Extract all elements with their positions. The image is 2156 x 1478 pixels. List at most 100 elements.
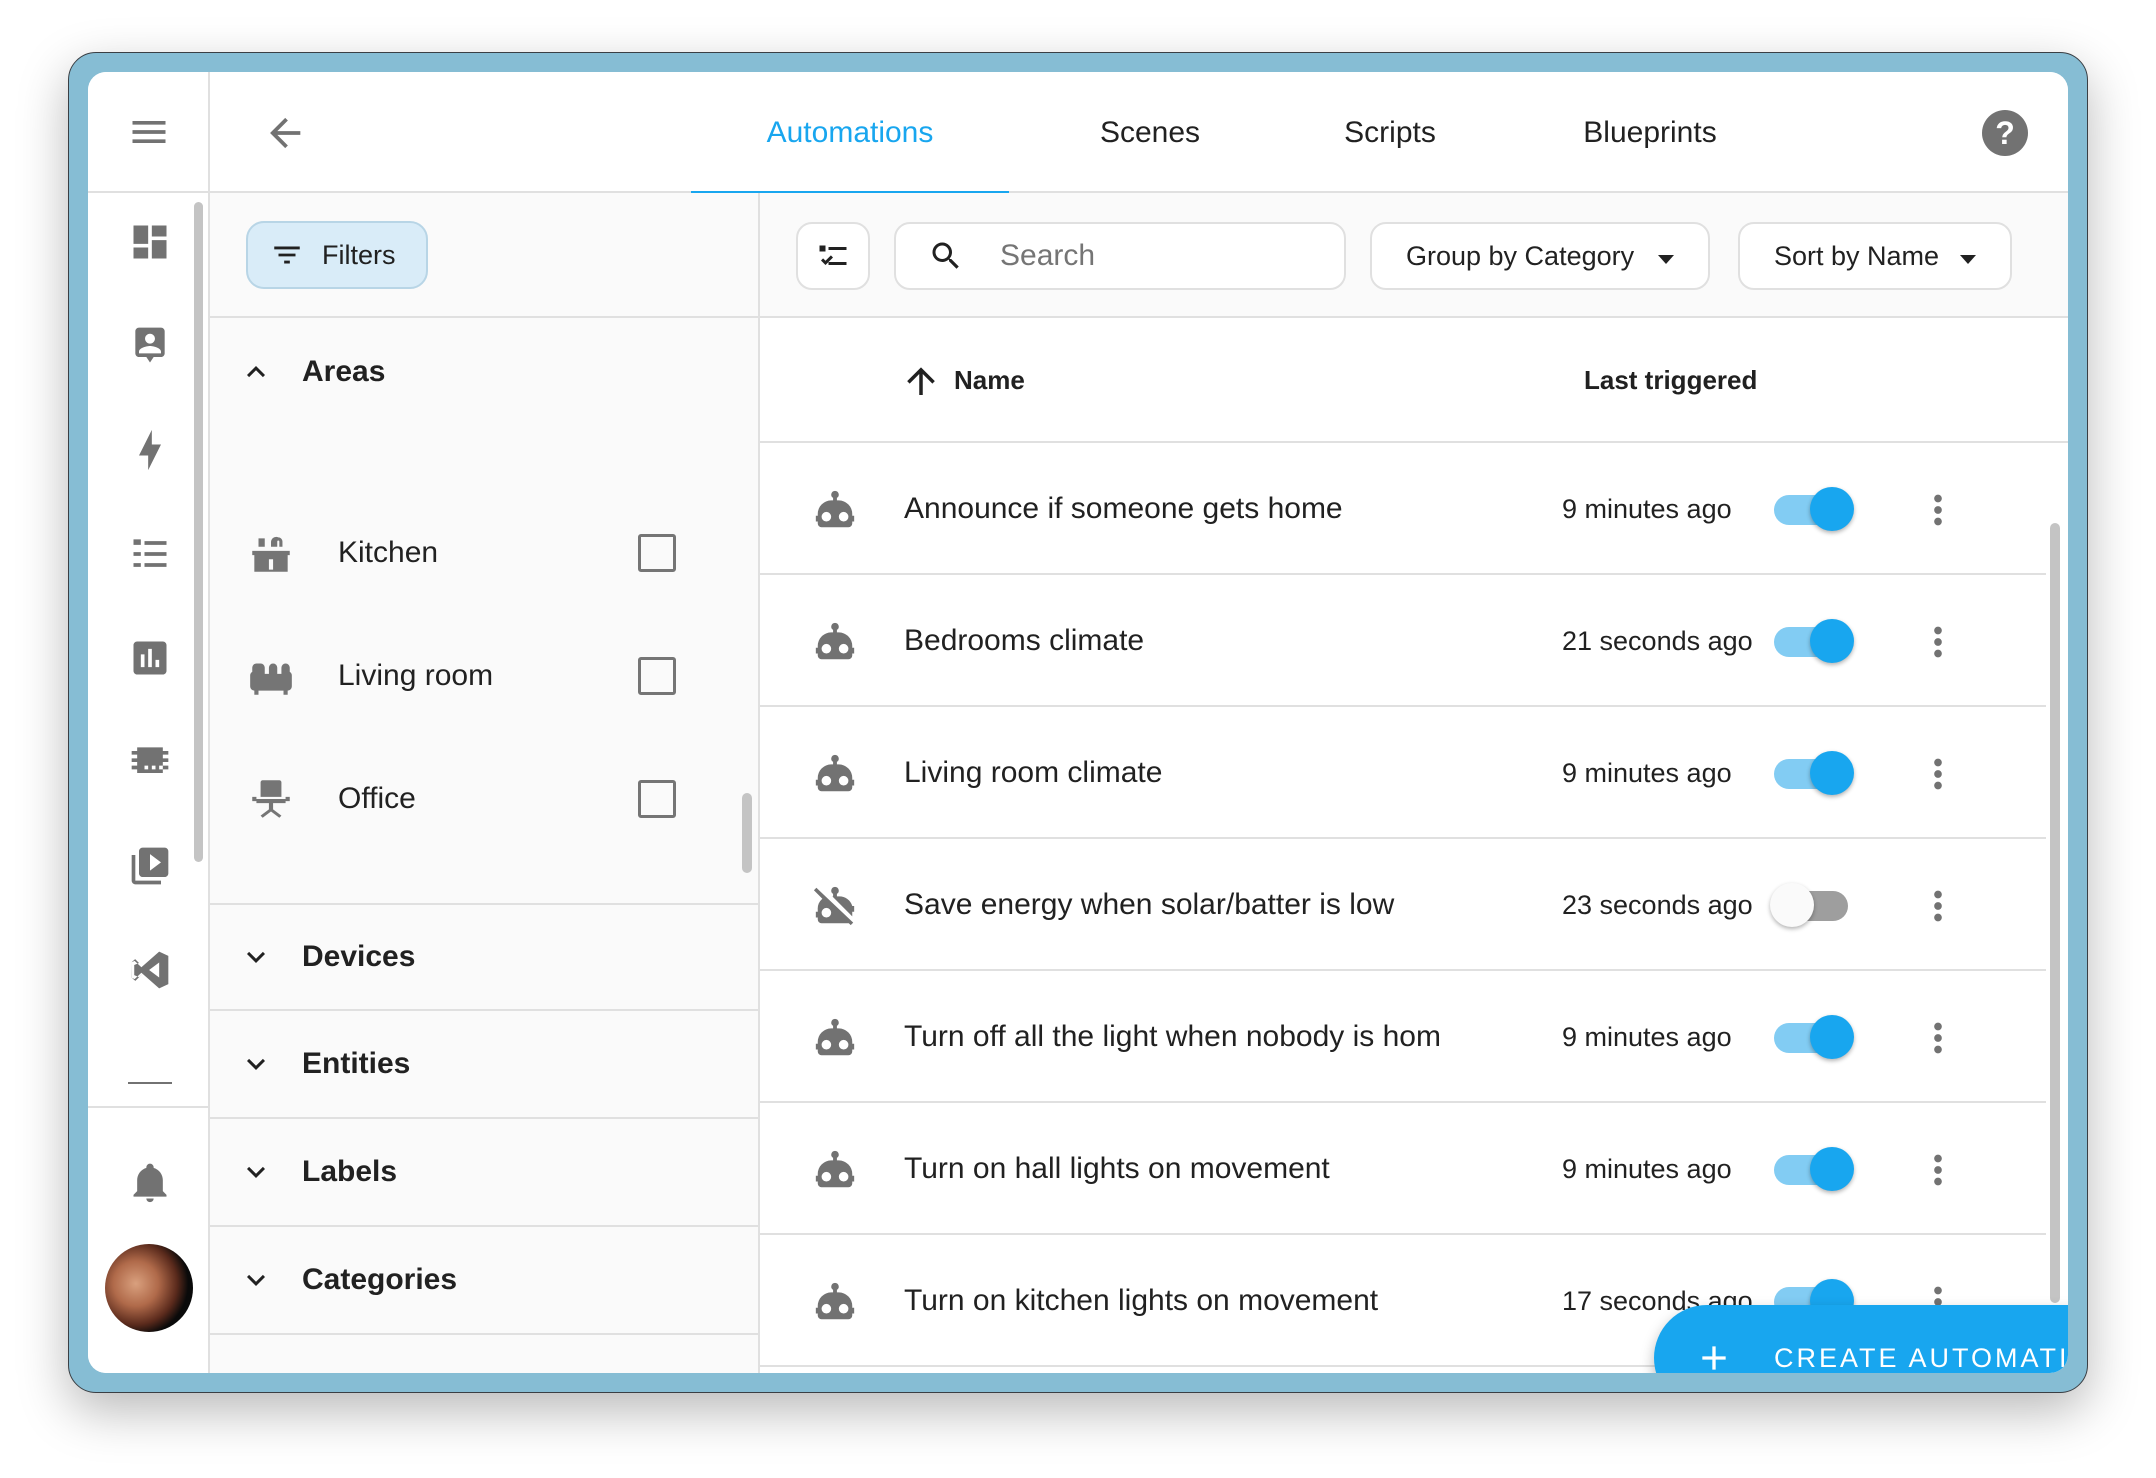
filter-section-areas[interactable]: Areas [210,318,758,426]
enable-toggle[interactable] [1770,1015,1854,1059]
sort-by-dropdown[interactable]: Sort by Name [1738,222,2012,290]
chevron-down-icon [247,1166,265,1178]
toggle-knob [1810,1147,1854,1191]
area-item-office[interactable]: Office [210,739,740,859]
automation-name: Save energy when solar/batter is low [904,888,1395,921]
filter-scrollbar[interactable] [742,793,752,873]
area-item-kitchen[interactable]: Kitchen [210,493,740,613]
sidebar-item-media[interactable] [128,844,172,888]
selection-mode-button[interactable] [796,222,870,290]
lightning-bolt-icon [139,429,161,471]
last-triggered: 9 minutes ago [1562,1021,1732,1052]
filter-panel: Filters Areas Kitchen Living room Office… [210,193,760,1373]
tab-blueprints[interactable]: Blueprints [1540,72,1760,193]
table-row[interactable]: Turn off all the light when nobody is ho… [760,971,2046,1103]
enable-toggle[interactable] [1770,487,1854,531]
area-item-living-room[interactable]: Living room [210,616,740,736]
sidebar-item-overview[interactable] [128,220,172,264]
tab-label: Scripts [1344,115,1436,149]
menu-button[interactable] [88,72,210,193]
notifications-button[interactable] [128,1160,172,1204]
dots-vertical-icon [1934,758,1942,790]
user-avatar[interactable] [105,1244,193,1332]
sidebar-item-energy[interactable] [128,428,172,472]
sidebar-item-hardware[interactable] [128,740,172,784]
tab-scripts[interactable]: Scripts [1300,72,1480,193]
filter-section-title: Categories [302,1263,458,1296]
automation-name: Bedrooms climate [904,624,1145,657]
stove-icon [246,528,296,578]
filters-button[interactable]: Filters [246,221,428,289]
more-options-button[interactable] [1915,1147,1961,1193]
sidebar-scrollbar[interactable] [194,202,203,862]
last-triggered: 23 seconds ago [1562,889,1753,920]
column-header-last-triggered[interactable]: Last triggered [1584,318,1757,443]
table-row[interactable]: Bedrooms climate 21 seconds ago [760,575,2046,707]
last-triggered: 9 minutes ago [1562,757,1732,788]
robot-icon [812,1279,858,1325]
top-bar: Automations Scenes Scripts Blueprints ? [210,72,2068,195]
create-automation-button[interactable]: CREATE AUTOMATION [1654,1305,2068,1373]
robot-icon [812,1147,858,1193]
tab-label: Automations [766,115,934,149]
sidebar-item-history[interactable] [128,636,172,680]
plus-icon [1702,1346,1726,1370]
area-checkbox[interactable] [638,534,676,572]
memory-chip-icon [131,747,169,773]
table-scrollbar[interactable] [2050,523,2060,1303]
more-options-button[interactable] [1915,751,1961,797]
area-label: Office [338,782,416,815]
group-by-dropdown[interactable]: Group by Category [1370,222,1710,290]
sidebar-item-vscode[interactable] [128,948,172,992]
sidebar [88,72,210,1373]
column-label: Name [954,365,1025,395]
enable-toggle[interactable] [1770,619,1854,663]
filter-section-entities[interactable]: Entities [210,1011,758,1119]
filter-section-labels[interactable]: Labels [210,1119,758,1227]
column-label: Last triggered [1584,365,1758,395]
history-chart-icon [133,641,167,675]
table-row[interactable]: Turn on hall lights on movement 9 minutes… [760,1103,2046,1235]
table-row[interactable]: Save energy when solar/batter is low 23 s… [760,839,2046,971]
filters-button-label: Filters [322,239,396,270]
chevron-down-icon [238,1370,274,1373]
vscode-icon [131,951,169,989]
filter-section-devices[interactable]: Devices [210,903,758,1011]
area-checkbox[interactable] [638,657,676,695]
more-options-button[interactable] [1915,487,1961,533]
tab-automations[interactable]: Automations [691,72,1009,195]
chevron-up-icon [247,366,265,378]
filter-section-categories[interactable]: Categories [210,1227,758,1335]
help-button[interactable]: ? [1982,110,2028,156]
filter-section-title: Areas [302,355,386,388]
area-checkbox[interactable] [638,780,676,818]
enable-toggle[interactable] [1770,883,1852,927]
automation-name: Announce if someone gets home [904,492,1343,525]
search-field[interactable] [894,222,1346,290]
table-row[interactable]: Announce if someone gets home 9 minutes a… [760,443,2046,575]
chevron-down-icon [247,1058,265,1070]
robot-icon [812,619,858,665]
robot-icon [812,1015,858,1061]
sidebar-item-map[interactable] [128,324,172,368]
bell-icon [133,1163,167,1203]
more-options-button[interactable] [1915,1015,1961,1061]
table-row[interactable]: Living room climate 9 minutes ago [760,707,2046,839]
filter-section-title: Entities [302,1047,411,1080]
more-options-button[interactable] [1915,619,1961,665]
filter-section-blueprints[interactable]: Blueprints [210,1335,758,1373]
column-header-name[interactable]: Name [900,318,1025,443]
chevron-down-icon [247,1274,265,1286]
back-button[interactable] [262,110,308,156]
sofa-icon [246,651,296,701]
search-input[interactable] [1000,239,1300,273]
tab-label: Blueprints [1583,115,1717,149]
sidebar-divider [88,1106,210,1108]
enable-toggle[interactable] [1770,751,1854,795]
robot-icon [812,751,858,797]
dots-vertical-icon [1934,890,1942,922]
sidebar-item-logbook[interactable] [128,532,172,576]
enable-toggle[interactable] [1770,1147,1854,1191]
more-options-button[interactable] [1915,883,1961,929]
tab-scenes[interactable]: Scenes [1060,72,1240,193]
